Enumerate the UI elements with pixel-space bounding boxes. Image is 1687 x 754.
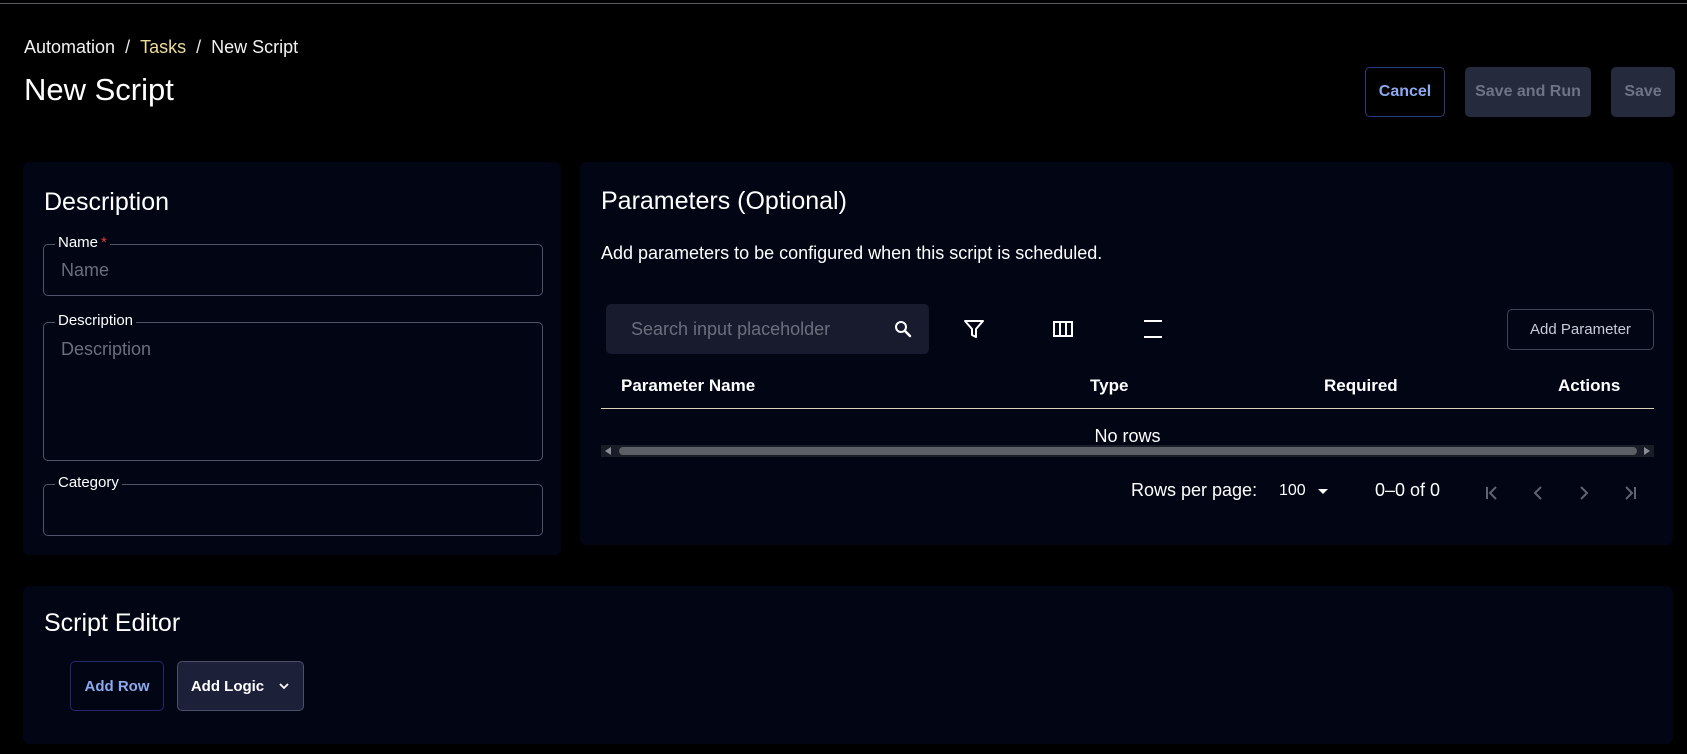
name-placeholder: Name: [61, 260, 110, 280]
description-placeholder: Description: [61, 339, 152, 359]
search-icon[interactable]: [893, 319, 913, 339]
breadcrumb-automation[interactable]: Automation: [24, 37, 115, 58]
column-header-actions[interactable]: Actions: [1558, 376, 1620, 396]
add-parameter-button[interactable]: Add Parameter: [1507, 309, 1654, 350]
column-header-parameter-name[interactable]: Parameter Name: [621, 376, 755, 396]
category-field-label: Category: [55, 474, 122, 491]
rows-per-page-label: Rows per page:: [1131, 480, 1258, 500]
save-and-run-button[interactable]: Save and Run: [1465, 67, 1591, 117]
column-header-type[interactable]: Type: [1090, 376, 1128, 396]
breadcrumb: Automation / Tasks / New Script: [24, 37, 298, 58]
last-page-icon[interactable]: [1619, 482, 1641, 504]
rows-per-page-select[interactable]: 100: [1279, 482, 1328, 500]
add-logic-label: Add Logic: [190, 677, 265, 695]
name-field[interactable]: Name * Name: [43, 234, 543, 296]
script-editor-title: Script Editor: [44, 609, 181, 637]
scroll-right-icon[interactable]: [1644, 447, 1650, 455]
previous-page-icon[interactable]: [1527, 482, 1549, 504]
add-row-button[interactable]: Add Row: [70, 661, 164, 711]
next-page-icon[interactable]: [1573, 482, 1595, 504]
description-field[interactable]: Description Description: [43, 312, 543, 461]
breadcrumb-separator: /: [196, 37, 202, 57]
breadcrumb-tasks[interactable]: Tasks: [140, 37, 186, 58]
density-icon[interactable]: [1140, 316, 1166, 342]
parameters-panel: Parameters (Optional) Add parameters to …: [580, 162, 1673, 545]
table-header: Parameter Name Type Required Actions: [601, 364, 1654, 409]
breadcrumb-separator: /: [125, 37, 131, 57]
parameters-description: Add parameters to be configured when thi…: [601, 243, 1103, 263]
add-logic-button[interactable]: Add Logic: [177, 661, 304, 711]
breadcrumb-current: New Script: [211, 37, 299, 57]
description-field-label: Description: [55, 312, 137, 329]
page-title: New Script: [24, 72, 174, 107]
column-header-required[interactable]: Required: [1324, 376, 1398, 396]
first-page-icon[interactable]: [1481, 482, 1503, 504]
cancel-button[interactable]: Cancel: [1365, 67, 1445, 117]
search-placeholder: Search input placeholder: [631, 319, 831, 339]
script-editor-panel: Script Editor Add Row Add Logic: [23, 586, 1673, 744]
pagination-range: 0–0 of 0: [1375, 480, 1441, 500]
name-field-label: Name *: [55, 234, 110, 251]
horizontal-scrollbar[interactable]: [601, 445, 1654, 457]
columns-icon[interactable]: [1050, 316, 1076, 342]
name-label-text: Name: [58, 234, 99, 251]
chevron-down-icon: [279, 683, 289, 690]
top-divider: [0, 3, 1687, 4]
scrollbar-thumb[interactable]: [619, 447, 1637, 455]
chevron-down-icon: [1317, 488, 1328, 494]
description-panel-title: Description: [44, 188, 170, 216]
search-input[interactable]: Search input placeholder: [606, 304, 929, 354]
save-button[interactable]: Save: [1611, 67, 1675, 117]
rows-per-page-value: 100: [1279, 482, 1306, 499]
description-panel: Description Name * Name Description Descr…: [23, 162, 561, 555]
filter-icon[interactable]: [961, 316, 987, 342]
scroll-left-icon[interactable]: [605, 447, 611, 455]
parameters-panel-title: Parameters (Optional): [601, 187, 847, 215]
required-marker: *: [101, 234, 107, 251]
category-field[interactable]: Category: [43, 474, 543, 536]
empty-rows-message: No rows: [1094, 426, 1161, 446]
